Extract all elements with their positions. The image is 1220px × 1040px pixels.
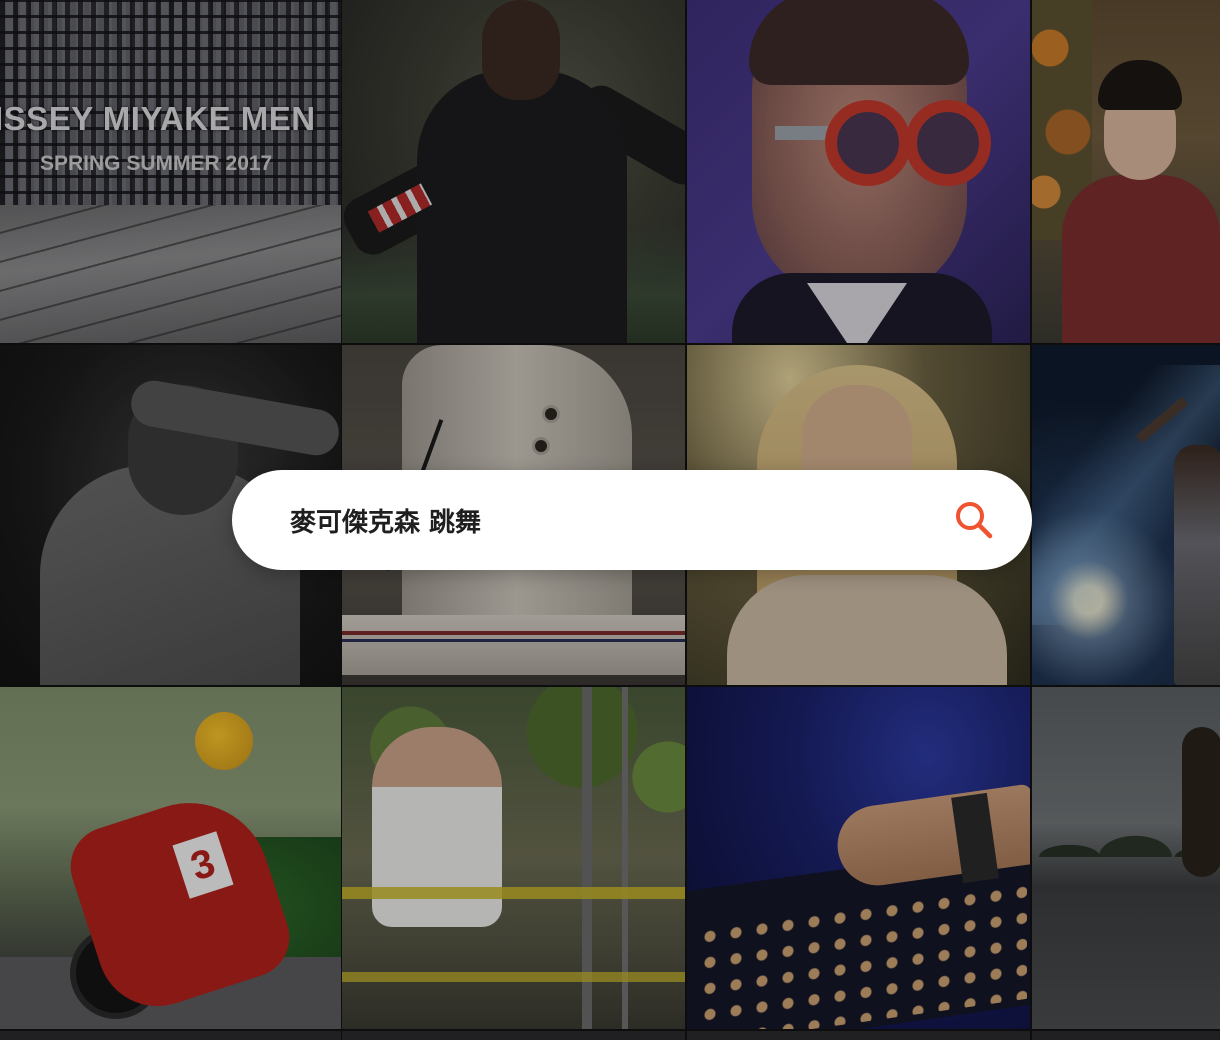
search-bar (232, 470, 1032, 570)
search-icon (956, 502, 993, 539)
search-input[interactable] (290, 470, 930, 570)
search-button[interactable] (952, 498, 996, 542)
